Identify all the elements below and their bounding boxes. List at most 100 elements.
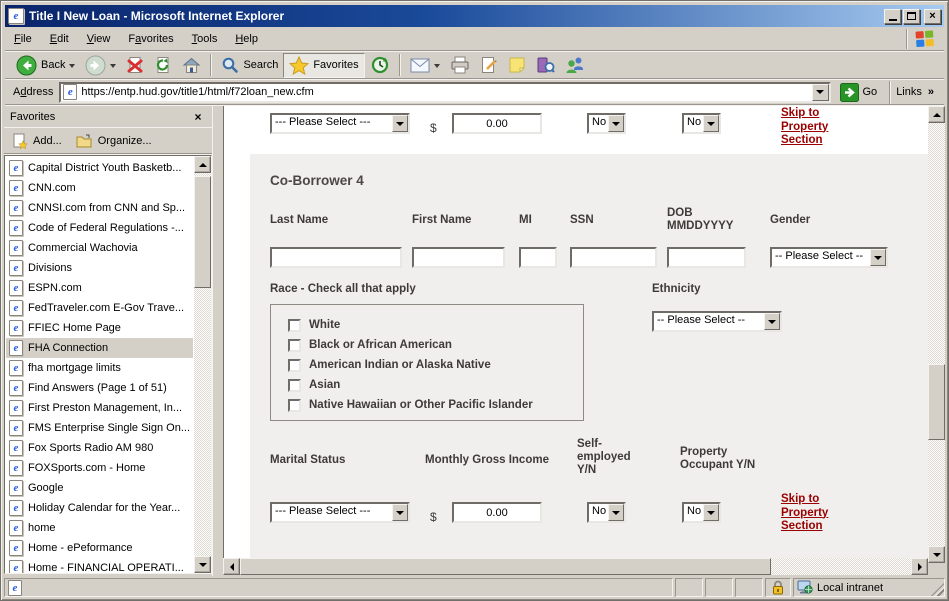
race-checkbox-american-indian[interactable] — [288, 359, 301, 372]
menu-tools[interactable]: Tools — [183, 30, 227, 48]
mi-input[interactable] — [519, 247, 557, 268]
scrollbar-thumb[interactable] — [240, 558, 771, 575]
favorite-item[interactable]: eGoogle — [6, 478, 193, 498]
links-button[interactable]: Links » — [889, 81, 940, 104]
prev-self-employed-select[interactable]: No — [587, 113, 626, 134]
dob-input[interactable] — [667, 247, 746, 268]
favorites-button[interactable]: Favorites — [283, 53, 364, 78]
scroll-right-button[interactable] — [911, 558, 928, 575]
close-favorites-button[interactable]: × — [190, 109, 206, 124]
scroll-down-button[interactable] — [194, 556, 211, 573]
add-favorite-button[interactable]: Add... — [12, 133, 62, 149]
favorite-item[interactable]: eFind Answers (Page 1 of 51) — [6, 378, 193, 398]
favorite-item[interactable]: eCode of Federal Regulations -... — [6, 218, 193, 238]
scroll-down-button[interactable] — [928, 546, 945, 563]
skip-to-property-link[interactable]: Skip to Property Section — [781, 493, 845, 534]
favorite-item[interactable]: eCNNSI.com from CNN and Sp... — [6, 198, 193, 218]
favorite-item[interactable]: ehome — [6, 518, 193, 538]
research-button[interactable] — [531, 53, 560, 78]
favorite-item[interactable]: eFOXSports.com - Home — [6, 458, 193, 478]
menu-file[interactable]: File — [5, 30, 41, 48]
go-button[interactable]: Go — [835, 81, 886, 104]
race-checkbox-white[interactable] — [288, 319, 301, 332]
close-button[interactable]: × — [924, 9, 941, 24]
scrollbar-thumb[interactable] — [194, 176, 211, 288]
maximize-button[interactable] — [903, 9, 920, 24]
address-dropdown-button[interactable] — [812, 84, 829, 101]
organize-favorites-button[interactable]: Organize... — [76, 134, 152, 148]
menu-help[interactable]: Help — [226, 30, 267, 48]
home-button[interactable] — [177, 53, 206, 78]
favorites-scrollbar[interactable] — [194, 156, 211, 573]
favorite-item[interactable]: eHoliday Calendar for the Year... — [6, 498, 193, 518]
resize-grip[interactable] — [931, 583, 944, 596]
chevron-down-icon[interactable] — [703, 115, 719, 132]
prev-marital-status-select[interactable]: --- Please Select --- — [270, 113, 410, 134]
stop-button[interactable] — [121, 53, 149, 78]
chevron-down-icon[interactable] — [392, 115, 408, 132]
back-dropdown-icon[interactable] — [69, 64, 75, 71]
prev-property-occupant-select[interactable]: No — [682, 113, 721, 134]
favorite-item[interactable]: eFox Sports Radio AM 980 — [6, 438, 193, 458]
ssn-input[interactable] — [570, 247, 657, 268]
security-lock-pane[interactable] — [765, 578, 791, 597]
favorite-item-selected[interactable]: eFHA Connection — [6, 338, 193, 358]
minimize-button[interactable] — [884, 9, 901, 24]
panel-divider[interactable] — [212, 106, 223, 576]
property-occupant-select[interactable]: No — [682, 502, 721, 523]
chevron-down-icon[interactable] — [392, 504, 408, 521]
security-zone-pane[interactable]: Local intranet — [793, 578, 945, 597]
ethnicity-select[interactable]: -- Please Select -- — [652, 311, 782, 332]
race-checkbox-hawaiian[interactable] — [288, 399, 301, 412]
forward-dropdown-icon[interactable] — [110, 64, 116, 71]
menu-favorites[interactable]: Favorites — [119, 30, 182, 48]
race-checkbox-asian[interactable] — [288, 379, 301, 392]
mail-dropdown-icon[interactable] — [434, 64, 440, 71]
scroll-left-button[interactable] — [223, 558, 240, 575]
back-button[interactable]: Back — [11, 53, 80, 78]
content-vertical-scrollbar[interactable] — [928, 106, 945, 563]
favorite-item[interactable]: eCNN.com — [6, 178, 193, 198]
history-button[interactable] — [365, 53, 395, 78]
favorite-item[interactable]: efha mortgage limits — [6, 358, 193, 378]
favorite-item[interactable]: eHome - ePeformance — [6, 538, 193, 558]
scroll-up-button[interactable] — [928, 106, 945, 123]
mail-button[interactable] — [405, 53, 445, 78]
favorite-item[interactable]: eCapital District Youth Basketb... — [6, 158, 193, 178]
menu-edit[interactable]: Edit — [41, 30, 78, 48]
forward-button[interactable] — [80, 53, 121, 78]
menu-view[interactable]: View — [78, 30, 120, 48]
favorite-item[interactable]: eFFIEC Home Page — [6, 318, 193, 338]
chevron-down-icon[interactable] — [608, 115, 624, 132]
chevron-down-icon[interactable] — [764, 313, 780, 330]
favorite-item[interactable]: eFedTraveler.com E-Gov Trave... — [6, 298, 193, 318]
chevron-down-icon[interactable] — [870, 249, 886, 266]
print-button[interactable] — [445, 53, 475, 78]
last-name-input[interactable] — [270, 247, 402, 268]
chevron-down-icon[interactable] — [608, 504, 624, 521]
favorite-item[interactable]: eDivisions — [6, 258, 193, 278]
race-checkbox-black[interactable] — [288, 339, 301, 352]
favorite-item[interactable]: eHome - FINANCIAL OPERATI... — [6, 558, 193, 574]
messenger-button[interactable] — [560, 53, 591, 78]
first-name-input[interactable] — [412, 247, 505, 268]
content-horizontal-scrollbar[interactable] — [223, 558, 928, 575]
scroll-up-button[interactable] — [194, 156, 211, 173]
discuss-button[interactable] — [503, 53, 531, 78]
favorite-item[interactable]: eESPN.com — [6, 278, 193, 298]
refresh-button[interactable] — [149, 53, 177, 78]
address-input[interactable] — [79, 86, 811, 98]
chevron-down-icon[interactable] — [703, 504, 719, 521]
monthly-income-input[interactable] — [452, 502, 542, 523]
favorite-item[interactable]: eCommercial Wachovia — [6, 238, 193, 258]
marital-status-select[interactable]: --- Please Select --- — [270, 502, 410, 523]
skip-to-property-link[interactable]: Skip to Property Section — [781, 107, 845, 148]
favorite-item[interactable]: eFMS Enterprise Single Sign On... — [6, 418, 193, 438]
prev-monthly-income-input[interactable] — [452, 113, 542, 134]
scrollbar-thumb[interactable] — [928, 364, 945, 440]
gender-select[interactable]: -- Please Select -- — [770, 247, 888, 268]
favorite-item[interactable]: eFirst Preston Management, In... — [6, 398, 193, 418]
edit-button[interactable] — [475, 53, 503, 78]
self-employed-select[interactable]: No — [587, 502, 626, 523]
search-button[interactable]: Search — [216, 53, 283, 78]
